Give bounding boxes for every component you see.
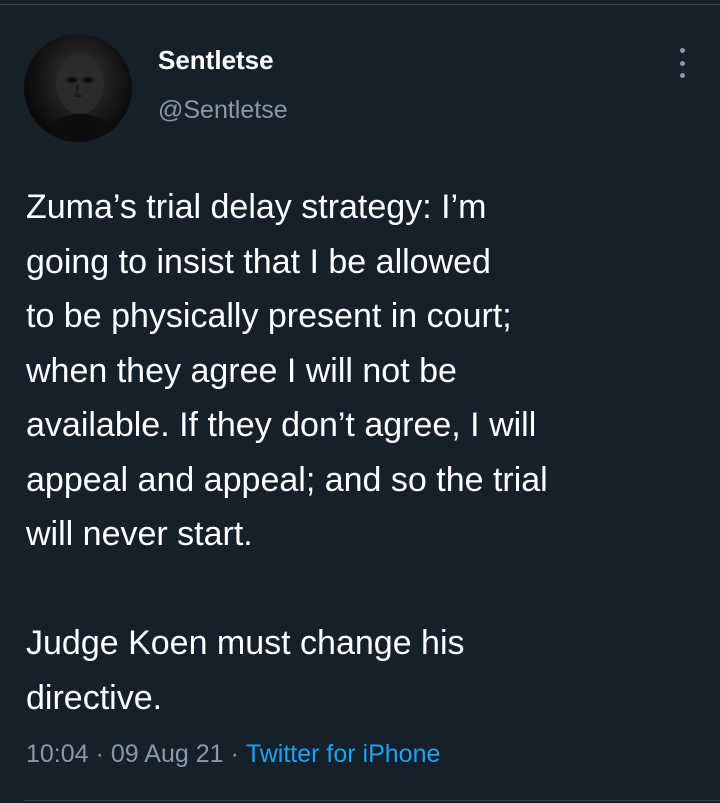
tweet-paragraph: Zuma’s trial delay strategy: I’m going t… [26, 188, 548, 553]
top-divider [0, 4, 720, 5]
tweet-text: Zuma’s trial delay strategy: I’m going t… [26, 180, 706, 725]
author-handle[interactable]: @Sentletse [158, 94, 288, 126]
more-vertical-icon[interactable] [668, 48, 696, 78]
tweet-meta: 10:04 · 09 Aug 21 · Twitter for iPhone [26, 736, 440, 772]
bottom-divider [24, 800, 720, 801]
more-dot [679, 60, 685, 66]
meta-separator: · [230, 740, 239, 768]
more-dot [679, 48, 685, 53]
avatar-portrait [44, 54, 116, 142]
tweet-source-link[interactable]: Twitter for iPhone [246, 740, 441, 768]
author-display-name[interactable]: Sentletse [158, 44, 274, 76]
tweet-date[interactable]: 09 Aug 21 [111, 740, 224, 768]
avatar[interactable] [24, 34, 132, 142]
tweet-time[interactable]: 10:04 [26, 740, 89, 768]
more-dot [679, 73, 685, 78]
meta-separator: · [95, 740, 104, 768]
tweet-paragraph: Judge Koen must change his directive. [26, 624, 465, 717]
